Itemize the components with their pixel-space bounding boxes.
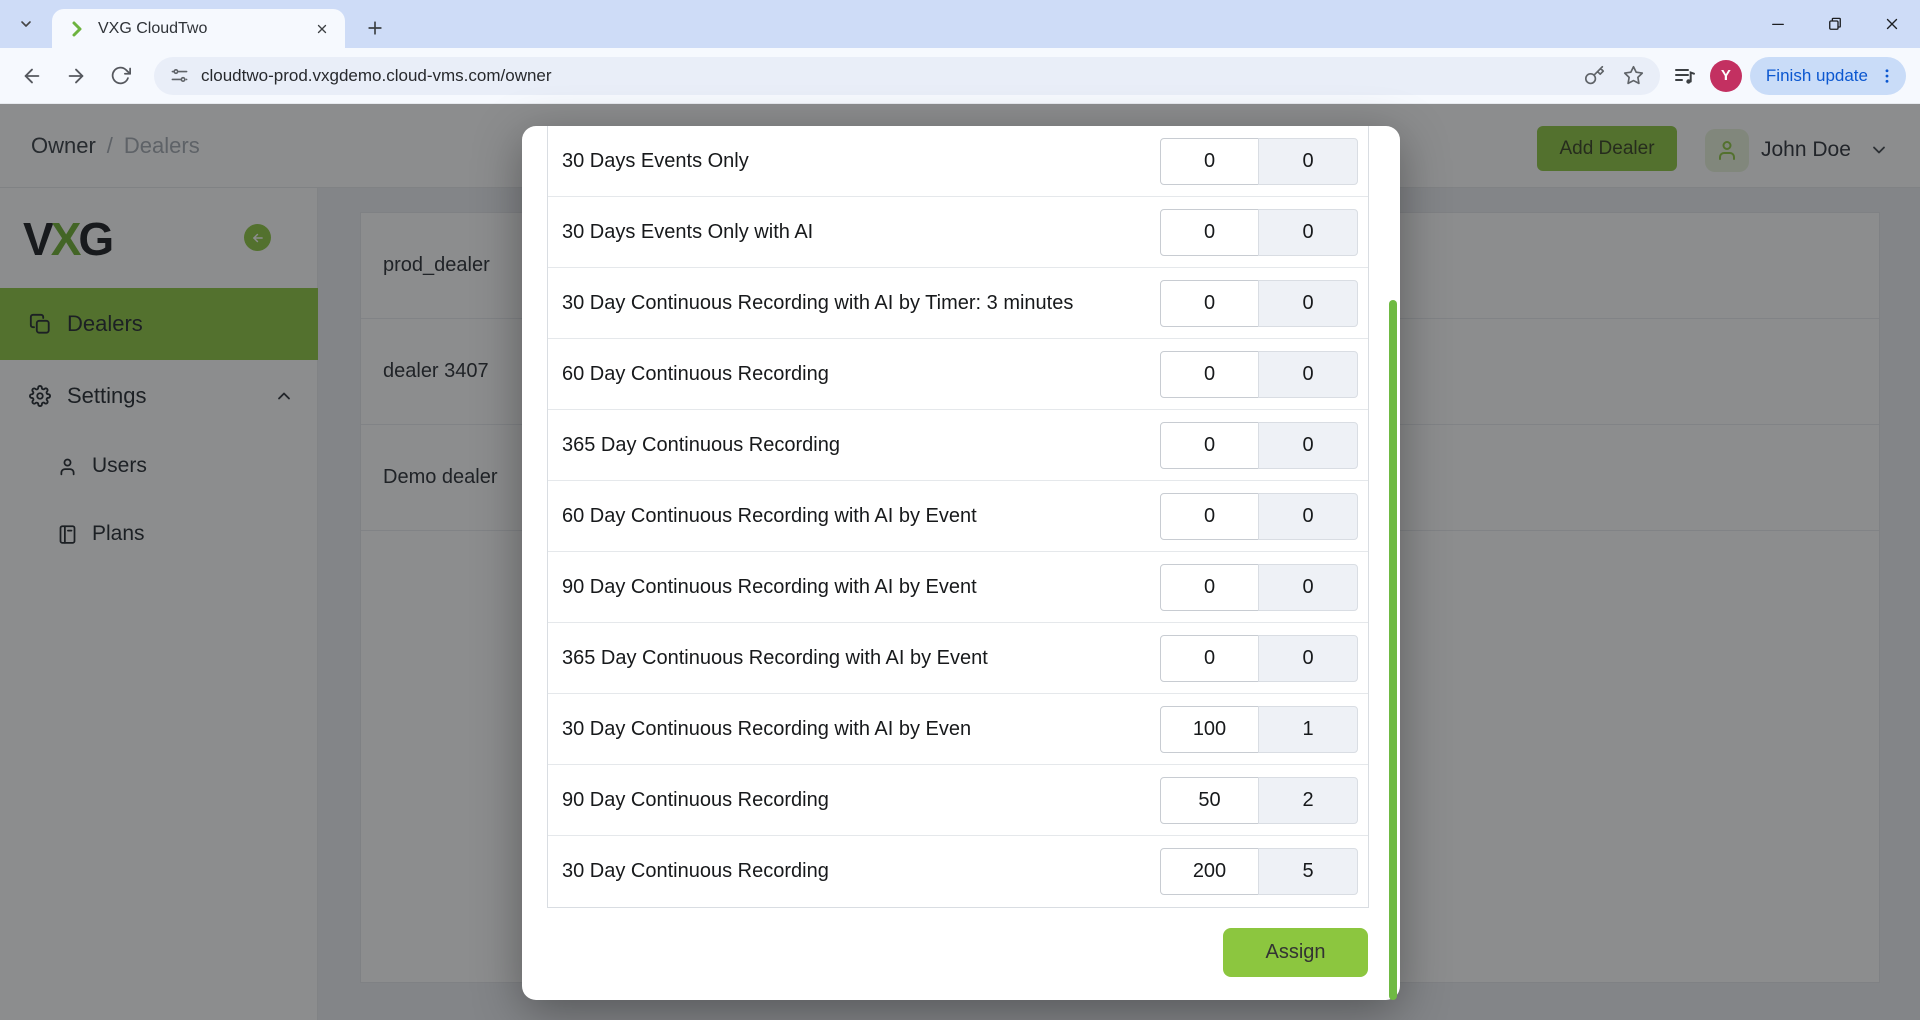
- plan-inputs: 50 2: [1160, 777, 1358, 824]
- media-controls-button[interactable]: [1668, 59, 1702, 93]
- plan-inputs: 0 0: [1160, 209, 1358, 256]
- plans-table: 30 Days Events Only 0 0 30 Days Events O…: [547, 126, 1369, 908]
- plan-row: 60 Day Continuous Recording 0 0: [548, 339, 1368, 410]
- plan-row: 30 Day Continuous Recording with AI by T…: [548, 268, 1368, 339]
- browser-window: VXG CloudTwo: [0, 0, 1920, 1020]
- plan-inputs: 0 0: [1160, 635, 1358, 682]
- site-info-icon[interactable]: [170, 66, 189, 85]
- plan-row: 90 Day Continuous Recording with AI by E…: [548, 552, 1368, 623]
- plan-assigned-value: 0: [1258, 635, 1358, 682]
- browser-menu-dots-icon[interactable]: [1878, 67, 1896, 85]
- plan-name: 30 Days Events Only: [562, 150, 749, 173]
- plan-name: 30 Day Continuous Recording with AI by T…: [562, 292, 1073, 315]
- tab-strip: VXG CloudTwo: [0, 0, 1920, 48]
- plan-inputs: 100 1: [1160, 706, 1358, 753]
- plan-quantity-input[interactable]: 0: [1160, 564, 1259, 611]
- url-path: /owner: [501, 66, 552, 85]
- browser-tab[interactable]: VXG CloudTwo: [52, 9, 345, 48]
- tab-title: VXG CloudTwo: [98, 20, 311, 38]
- plan-assigned-value: 0: [1258, 564, 1358, 611]
- browser-profile-avatar[interactable]: Y: [1710, 60, 1742, 92]
- plan-name: 365 Day Continuous Recording: [562, 434, 840, 457]
- plan-assigned-value: 1: [1258, 706, 1358, 753]
- plan-name: 365 Day Continuous Recording with AI by …: [562, 647, 988, 670]
- plan-name: 60 Day Continuous Recording: [562, 363, 829, 386]
- plan-quantity-input[interactable]: 0: [1160, 493, 1259, 540]
- plan-quantity-input[interactable]: 0: [1160, 351, 1259, 398]
- plan-assigned-value: 2: [1258, 777, 1358, 824]
- address-bar[interactable]: cloudtwo-prod.vxgdemo.cloud-vms.com/owne…: [154, 57, 1660, 95]
- plan-quantity-input[interactable]: 50: [1160, 777, 1259, 824]
- back-button[interactable]: [14, 58, 50, 94]
- restore-button[interactable]: [1806, 0, 1863, 48]
- assign-plans-modal: 30 Days Events Only 0 0 30 Days Events O…: [522, 126, 1400, 1000]
- plan-row: 30 Day Continuous Recording with AI by E…: [548, 694, 1368, 765]
- tab-search-button[interactable]: [10, 8, 42, 40]
- plan-row: 30 Days Events Only with AI 0 0: [548, 197, 1368, 268]
- close-window-button[interactable]: [1863, 0, 1920, 48]
- plan-quantity-input[interactable]: 200: [1160, 848, 1259, 895]
- plan-assigned-value: 0: [1258, 138, 1358, 185]
- bookmark-star-icon[interactable]: [1623, 65, 1644, 86]
- plan-inputs: 0 0: [1160, 351, 1358, 398]
- plan-quantity-input[interactable]: 0: [1160, 422, 1259, 469]
- omnibox-actions: [1584, 65, 1644, 86]
- plan-name: 30 Days Events Only with AI: [562, 221, 813, 244]
- plan-inputs: 0 0: [1160, 280, 1358, 327]
- plan-inputs: 0 0: [1160, 564, 1358, 611]
- plan-row: 30 Days Events Only 0 0: [548, 126, 1368, 197]
- plan-name: 90 Day Continuous Recording: [562, 789, 829, 812]
- plan-assigned-value: 0: [1258, 351, 1358, 398]
- assign-button[interactable]: Assign: [1223, 928, 1368, 977]
- plan-row: 90 Day Continuous Recording 50 2: [548, 765, 1368, 836]
- minimize-button[interactable]: [1749, 0, 1806, 48]
- plan-row: 30 Day Continuous Recording 200 5: [548, 836, 1368, 907]
- url-host: cloudtwo-prod.vxgdemo.cloud-vms.com: [201, 66, 501, 85]
- plan-name: 60 Day Continuous Recording with AI by E…: [562, 505, 977, 528]
- forward-button[interactable]: [58, 58, 94, 94]
- plan-assigned-value: 0: [1258, 422, 1358, 469]
- plan-quantity-input[interactable]: 100: [1160, 706, 1259, 753]
- new-tab-button[interactable]: [360, 13, 390, 43]
- plan-assigned-value: 5: [1258, 848, 1358, 895]
- plan-quantity-input[interactable]: 0: [1160, 280, 1259, 327]
- site-favicon-icon: [68, 20, 86, 38]
- window-controls: [1749, 0, 1920, 48]
- plan-name: 90 Day Continuous Recording with AI by E…: [562, 576, 977, 599]
- plan-quantity-input[interactable]: 0: [1160, 635, 1259, 682]
- plan-row: 60 Day Continuous Recording with AI by E…: [548, 481, 1368, 552]
- url-text: cloudtwo-prod.vxgdemo.cloud-vms.com/owne…: [201, 66, 552, 86]
- tab-close-button[interactable]: [311, 18, 333, 40]
- modal-scrollbar-thumb[interactable]: [1389, 300, 1397, 1000]
- chevron-down-icon: [18, 16, 34, 32]
- plan-quantity-input[interactable]: 0: [1160, 209, 1259, 256]
- browser-toolbar: cloudtwo-prod.vxgdemo.cloud-vms.com/owne…: [0, 48, 1920, 104]
- password-key-icon[interactable]: [1584, 65, 1605, 86]
- plan-inputs: 0 0: [1160, 493, 1358, 540]
- plan-row: 365 Day Continuous Recording with AI by …: [548, 623, 1368, 694]
- finish-update-label: Finish update: [1766, 66, 1868, 86]
- plan-row: 365 Day Continuous Recording 0 0: [548, 410, 1368, 481]
- finish-update-button[interactable]: Finish update: [1750, 57, 1906, 95]
- plan-name: 30 Day Continuous Recording: [562, 860, 829, 883]
- reload-button[interactable]: [102, 58, 138, 94]
- plan-assigned-value: 0: [1258, 493, 1358, 540]
- plan-name: 30 Day Continuous Recording with AI by E…: [562, 718, 971, 741]
- plan-assigned-value: 0: [1258, 209, 1358, 256]
- plan-inputs: 0 0: [1160, 422, 1358, 469]
- plan-inputs: 200 5: [1160, 848, 1358, 895]
- plan-assigned-value: 0: [1258, 280, 1358, 327]
- plan-quantity-input[interactable]: 0: [1160, 138, 1259, 185]
- app-page: Owner / Dealers Add Dealer John Doe VXG: [0, 104, 1920, 1020]
- plan-inputs: 0 0: [1160, 138, 1358, 185]
